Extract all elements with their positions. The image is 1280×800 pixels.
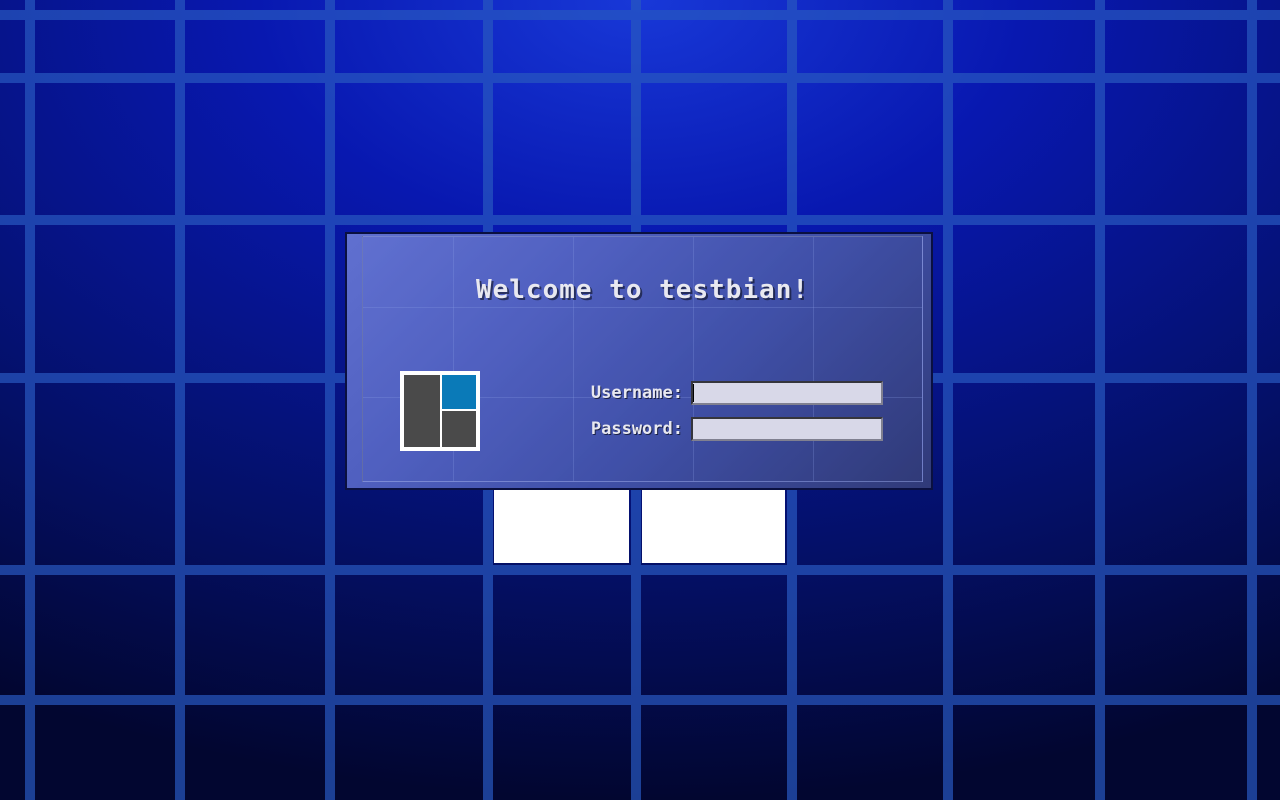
password-input[interactable]: [691, 417, 883, 441]
text-cursor-icon: [693, 384, 694, 402]
password-label: Password:: [573, 419, 683, 439]
username-input[interactable]: [691, 381, 883, 405]
password-row: Password:: [573, 417, 883, 441]
login-panel: Welcome to testbian! Username: Password:: [362, 236, 923, 482]
distro-logo-icon: [400, 371, 480, 451]
username-row: Username:: [573, 381, 883, 405]
welcome-title: Welcome to testbian!: [363, 275, 922, 305]
login-dialog: Welcome to testbian! Username: Password:: [345, 232, 933, 490]
username-label: Username:: [573, 383, 683, 403]
